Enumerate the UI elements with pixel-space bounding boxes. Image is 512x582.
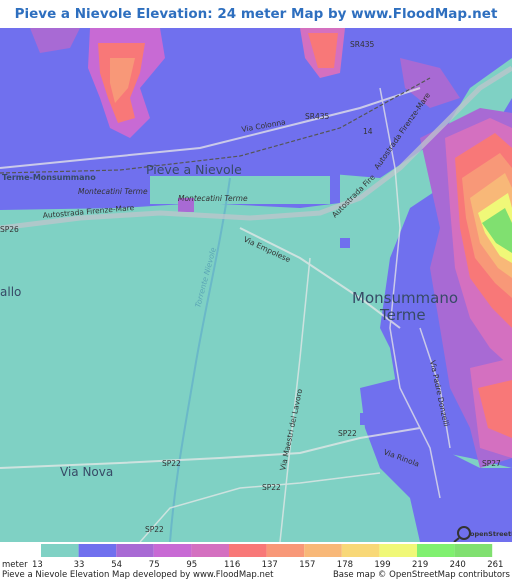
legend-value: 157 bbox=[299, 560, 315, 568]
place-station: Terme-Monsummano bbox=[2, 173, 96, 182]
road-sp22a: SP22 bbox=[338, 429, 357, 438]
place-monsummano: Monsummano bbox=[352, 289, 458, 307]
legend-swatch bbox=[229, 544, 267, 557]
legend-value: 95 bbox=[186, 560, 197, 568]
road-14: 14 bbox=[363, 127, 373, 136]
road-sp22d: SP22 bbox=[145, 525, 164, 534]
legend-swatch bbox=[304, 544, 342, 557]
place-terme: Terme bbox=[379, 306, 426, 324]
road-sp26: SP26 bbox=[0, 225, 19, 234]
road-sp22b: SP22 bbox=[162, 459, 181, 468]
osm-logo-text: openStreetMap bbox=[470, 530, 512, 538]
legend-value: 116 bbox=[224, 560, 240, 568]
legend-unit: meter bbox=[2, 560, 28, 568]
place-vianova: Via Nova bbox=[60, 465, 113, 479]
road-sp27: SP27 bbox=[482, 459, 501, 468]
legend-swatch bbox=[341, 544, 380, 557]
place-pieve: Pieve a Nievole bbox=[146, 162, 242, 177]
legend-swatch bbox=[191, 544, 229, 557]
legend-value: 33 bbox=[74, 560, 85, 568]
road-sp22c: SP22 bbox=[262, 483, 281, 492]
legend-value: 261 bbox=[487, 560, 503, 568]
legend-footer-right: Base map © OpenStreetMap contributors bbox=[332, 570, 510, 580]
legend-value: 178 bbox=[337, 560, 353, 568]
legend-swatch bbox=[454, 544, 493, 557]
legend-value: 75 bbox=[149, 560, 160, 568]
place-allo: allo bbox=[0, 285, 21, 299]
legend-swatch bbox=[78, 544, 117, 557]
road-sr435b: SR435 bbox=[305, 112, 330, 121]
legend-value: 199 bbox=[374, 560, 390, 568]
legend-swatch bbox=[417, 544, 455, 557]
legend-value: 219 bbox=[412, 560, 428, 568]
map-title: Pieve a Nievole Elevation: 24 meter Map … bbox=[14, 6, 498, 50]
elevation-map[interactable]: Pieve a Nievole Monsummano Terme Via Nov… bbox=[0, 28, 512, 542]
legend-swatch bbox=[379, 544, 417, 557]
legend-value: 54 bbox=[111, 560, 122, 568]
legend-swatch bbox=[116, 544, 154, 557]
legend-footer-left: Pieve a Nievole Elevation Map developed … bbox=[2, 570, 274, 580]
elevation-legend: meter 13 33 54 75 95 116 137 157 178 199 219 240 261 … bbox=[0, 542, 512, 582]
legend-swatch bbox=[41, 544, 79, 557]
legend-swatch bbox=[266, 544, 305, 557]
road-sr435a: SR435 bbox=[350, 40, 375, 49]
road-montecatini1: Montecatini Terme bbox=[78, 187, 148, 196]
legend-swatch bbox=[153, 544, 192, 557]
road-montecatini2: Montecatini Terme bbox=[178, 194, 248, 203]
legend-value: 13 bbox=[32, 560, 43, 568]
legend-value: 240 bbox=[450, 560, 466, 568]
legend-value: 137 bbox=[262, 560, 278, 568]
